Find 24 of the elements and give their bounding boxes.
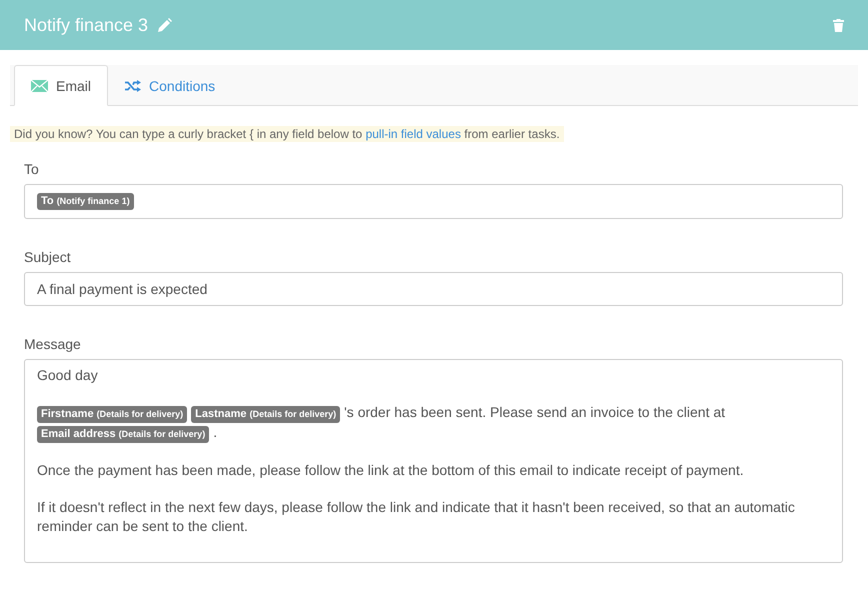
field-label: To: [24, 161, 40, 177]
field-label: Message: [24, 336, 82, 352]
task-title: Notify finance 3: [24, 14, 148, 36]
field-token[interactable]: Email address (Details for delivery): [37, 426, 210, 443]
field-label: Subject: [24, 249, 72, 265]
delete-icon[interactable]: [833, 18, 844, 32]
tab[interactable]: Email: [14, 65, 108, 106]
field-token[interactable]: Lastname (Details for delivery): [191, 406, 340, 423]
hint-link[interactable]: pull-in field values: [366, 127, 461, 141]
shuffle-icon: [125, 80, 142, 92]
edit-icon[interactable]: [158, 18, 172, 32]
message-text: .: [213, 424, 218, 440]
message-text: Good day: [37, 367, 98, 383]
hint-text: Did you know? You can type a curly bracket { in any field below to pull-in field values from earlier tasks.: [10, 126, 564, 142]
envelope-icon: [31, 80, 48, 92]
to-field[interactable]: To (Notify finance 1): [24, 184, 843, 219]
message-field[interactable]: [24, 359, 843, 563]
message-text: If it doesn't reflect in the next few days, please follow the link and indicate that it hasn't been received, so that an automatic reminder can be sent to the client.: [37, 499, 795, 534]
message-text: Once the payment has been made, please follow the link at the bottom of this email to indicate receipt of payment.: [37, 462, 744, 478]
subject-field[interactable]: A final payment is expected: [24, 272, 843, 306]
message-text: 's order has been sent. Please send an invoice to the client at: [344, 404, 726, 420]
field-token[interactable]: Firstname (Details for delivery): [37, 406, 188, 423]
tab[interactable]: Conditions: [108, 65, 232, 106]
field-token[interactable]: To (Notify finance 1): [37, 193, 134, 210]
